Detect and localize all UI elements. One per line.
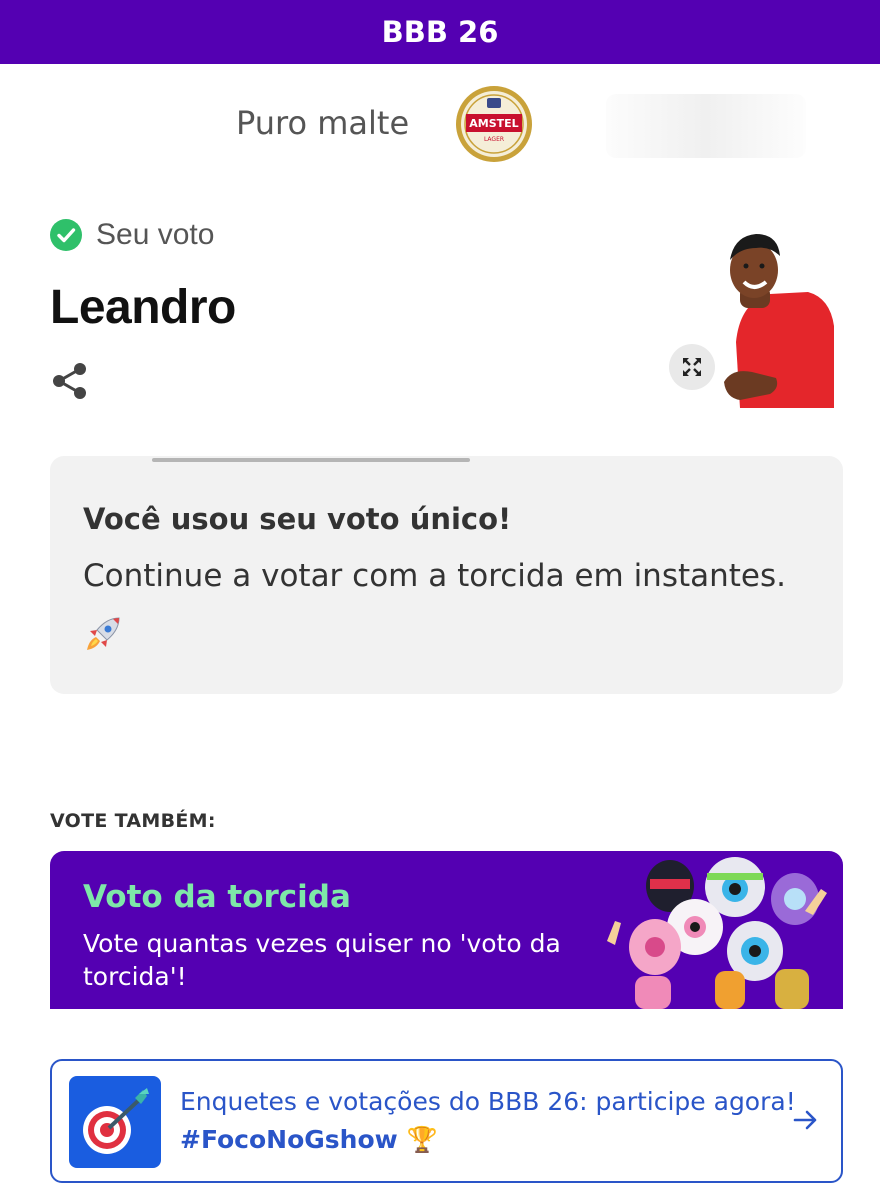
arrow-right-icon[interactable] bbox=[793, 1107, 819, 1133]
vote-also-label: VOTE TAMBÉM: bbox=[50, 810, 216, 832]
vote-status: Seu voto bbox=[50, 218, 214, 252]
candidate-name: Leandro bbox=[50, 281, 236, 334]
rocket-icon bbox=[87, 617, 120, 650]
share-icon[interactable] bbox=[52, 362, 88, 400]
target-icon bbox=[83, 1088, 149, 1154]
sponsor-ghost-logo bbox=[606, 94, 806, 158]
info-card: Você usou seu voto único! Continue a vot… bbox=[50, 456, 843, 694]
svg-text:AMSTEL: AMSTEL bbox=[469, 117, 518, 130]
promo-title: Voto da torcida bbox=[83, 879, 351, 915]
svg-text:LAGER: LAGER bbox=[484, 136, 504, 143]
banner-text: Enquetes e votações do BBB 26: participe… bbox=[180, 1087, 796, 1116]
promo-card-voto-torcida[interactable]: Voto da torcida Vote quantas vezes quise… bbox=[50, 851, 843, 1009]
foco-no-gshow-banner[interactable]: Enquetes e votações do BBB 26: participe… bbox=[50, 1059, 843, 1183]
mascots-illustration bbox=[607, 857, 827, 1009]
expand-icon bbox=[683, 358, 701, 376]
check-circle-icon bbox=[50, 219, 82, 251]
sponsor-area: Puro malte AMSTEL LAGER bbox=[0, 84, 880, 164]
card-progress-bar bbox=[152, 458, 470, 462]
vote-status-label: Seu voto bbox=[96, 218, 215, 251]
banner-hashtag: #FocoNoGshow 🏆 bbox=[180, 1125, 438, 1154]
expand-photo-button[interactable] bbox=[669, 344, 715, 390]
header-bar: BBB 26 bbox=[0, 0, 880, 64]
sponsor-tagline: Puro malte bbox=[236, 104, 410, 142]
info-card-text: Continue a votar com a torcida em instan… bbox=[83, 558, 787, 594]
candidate-photo bbox=[724, 234, 834, 408]
header-title: BBB 26 bbox=[381, 15, 499, 49]
promo-text: Vote quantas vezes quiser no 'voto da to… bbox=[83, 929, 561, 991]
banner-icon-box bbox=[69, 1076, 161, 1168]
info-card-title: Você usou seu voto único! bbox=[83, 502, 512, 536]
amstel-logo: AMSTEL LAGER bbox=[456, 86, 532, 162]
